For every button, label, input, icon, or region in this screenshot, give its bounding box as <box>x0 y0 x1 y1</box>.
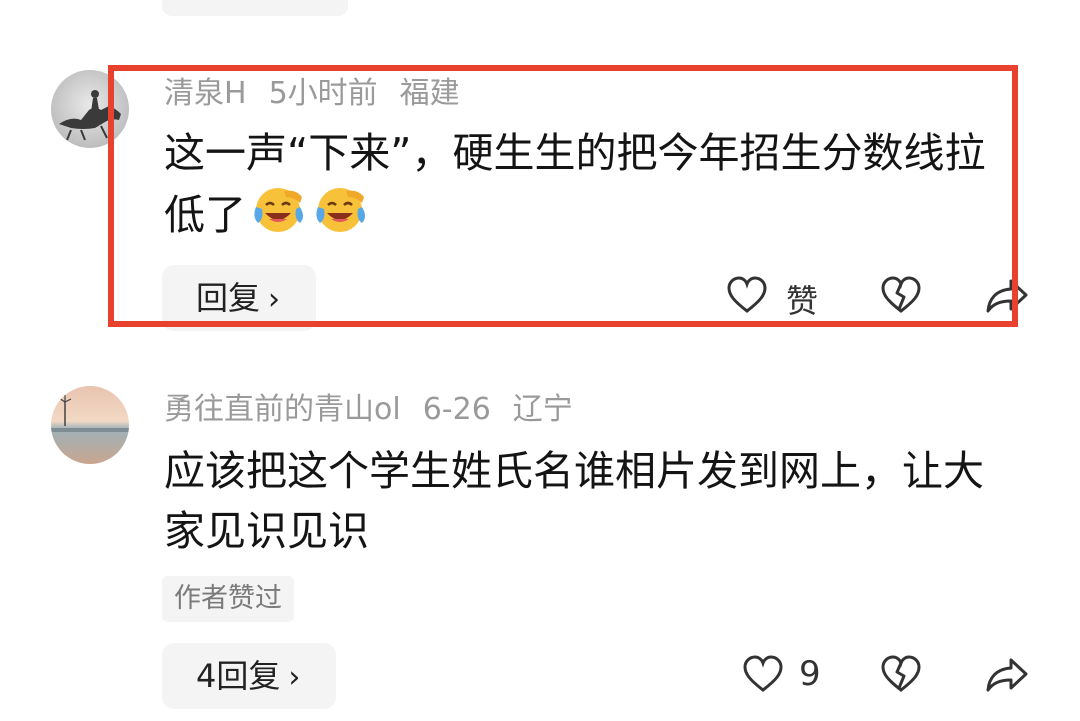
laugh-cry-emoji <box>312 183 370 235</box>
author-liked-badge: 作者赞过 <box>162 576 294 622</box>
avatar[interactable] <box>51 70 129 148</box>
timestamp: 5小时前 <box>268 76 378 111</box>
reply-button[interactable]: 回复 › <box>162 265 316 331</box>
chevron-right-icon: › <box>288 660 301 695</box>
location: 辽宁 <box>512 392 573 427</box>
comment-body: 应该把这个学生姓氏名谁相片发到网上，让大家见识见识 <box>164 447 984 555</box>
reply-label: 回复 <box>196 279 261 317</box>
broken-heart-icon[interactable] <box>880 655 922 693</box>
username[interactable]: 勇往直前的青山ol <box>164 392 401 427</box>
comment-text: 这一声“下来”，硬生生的把今年招生分数线拉低了 <box>164 123 1014 245</box>
heart-icon[interactable] <box>726 276 768 314</box>
comment-list: 清泉H 5小时前 福建 这一声“下来”，硬生生的把今年招生分数线拉低了 回复 ›… <box>0 0 1080 721</box>
like-label[interactable]: 赞 <box>786 276 818 322</box>
heart-icon[interactable] <box>742 655 784 693</box>
previous-reply-button[interactable] <box>162 0 348 16</box>
reply-label: 4回复 <box>196 657 281 695</box>
like-count: 9 <box>799 654 821 694</box>
location: 福建 <box>399 76 460 111</box>
reply-button[interactable]: 4回复 › <box>162 643 336 709</box>
comment-meta: 勇往直前的青山ol 6-26 辽宁 <box>164 390 595 430</box>
laugh-cry-emoji <box>250 183 308 235</box>
share-arrow-icon[interactable] <box>985 278 1029 314</box>
chevron-right-icon: › <box>268 282 281 317</box>
previous-share-icon[interactable] <box>890 0 914 10</box>
timestamp: 6-26 <box>422 392 491 427</box>
username[interactable]: 清泉H <box>164 76 247 111</box>
share-arrow-icon[interactable] <box>985 657 1029 693</box>
comment-text: 应该把这个学生姓氏名谁相片发到网上，让大家见识见识 <box>164 441 1014 561</box>
broken-heart-icon[interactable] <box>880 276 922 314</box>
avatar[interactable] <box>51 386 129 464</box>
comment-meta: 清泉H 5小时前 福建 <box>164 74 482 114</box>
